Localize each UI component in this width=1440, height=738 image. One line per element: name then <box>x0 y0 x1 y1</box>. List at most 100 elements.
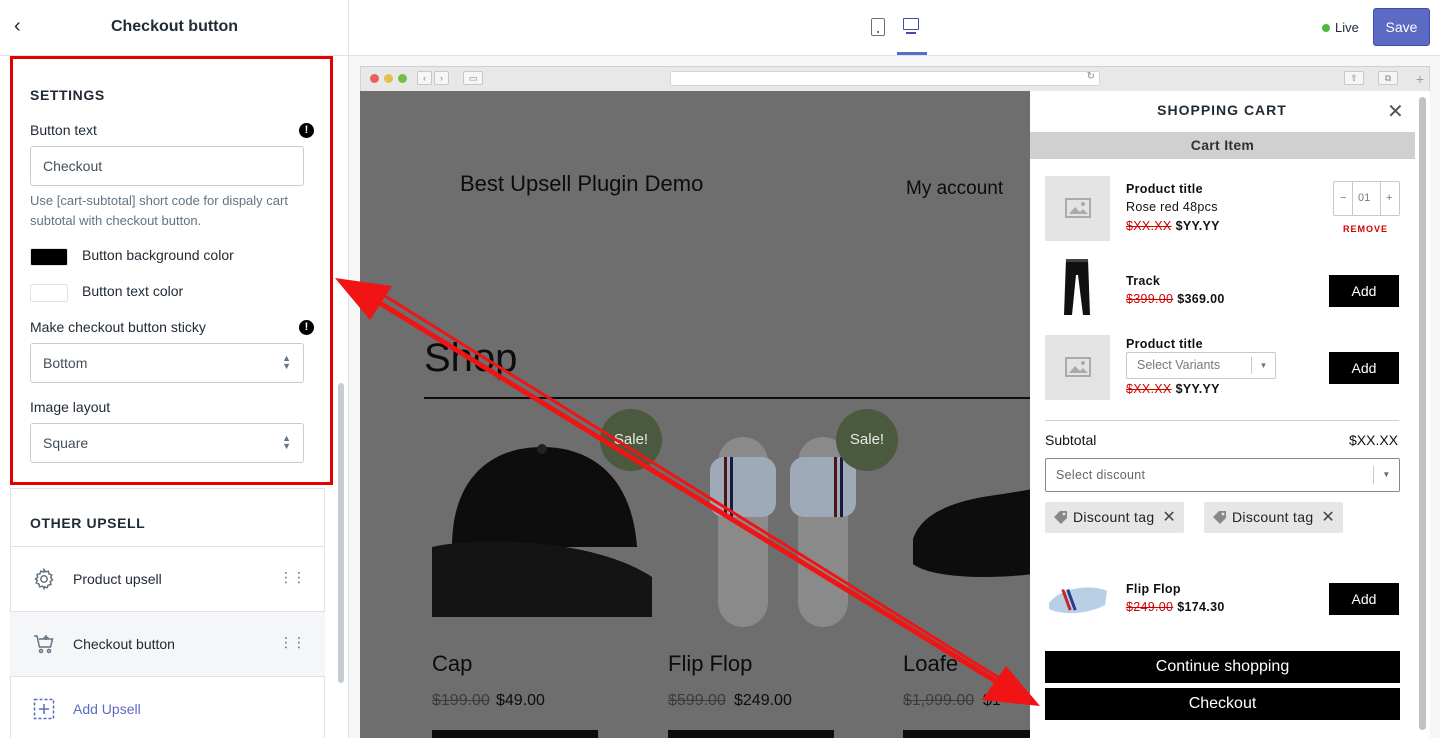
chevron-down-icon: ▼ <box>1251 357 1275 374</box>
sale-badge: Sale! <box>836 409 898 471</box>
product-price: $49.00 <box>496 692 545 709</box>
sidebar-toggle-icon: ▭ <box>463 71 483 85</box>
add-upsell-button[interactable]: Add Upsell <box>10 676 325 738</box>
other-upsell-panel: OTHER UPSELL Product upsell ⋮⋮ Checkout … <box>10 488 325 738</box>
sidebar-scrollbar[interactable] <box>338 383 344 683</box>
gear-icon <box>34 567 54 591</box>
other-upsell-heading: OTHER UPSELL <box>30 515 146 531</box>
close-icon[interactable]: ✕ <box>1387 99 1404 124</box>
browser-chrome: ‹ › ▭ ↻ ⇧ ⧉ + <box>360 66 1430 91</box>
product-price: $249.00 <box>734 692 792 709</box>
settings-sidebar: ‹ Checkout button SETTINGS Button text !… <box>0 0 349 738</box>
live-status-dot <box>1322 24 1330 32</box>
quantity-stepper[interactable]: − 01 + <box>1333 181 1400 216</box>
variant-placeholder: Select Variants <box>1137 358 1221 372</box>
info-icon[interactable]: ! <box>299 320 314 335</box>
discount-select[interactable]: Select discount ▼ <box>1045 458 1400 492</box>
sticky-select[interactable]: Bottom ▲ ▼ <box>30 343 304 383</box>
sticky-select-value: Bottom <box>43 355 88 371</box>
add-upsell-to-cart-button[interactable]: Add <box>1329 275 1399 307</box>
maximize-dot <box>398 74 407 83</box>
qty-value[interactable]: 01 <box>1358 192 1370 204</box>
product-thumbnail <box>1045 176 1110 241</box>
new-price: $YY.YY <box>1175 382 1220 396</box>
image-layout-label: Image layout <box>30 399 111 415</box>
continue-shopping-button[interactable]: Continue shopping <box>1045 651 1400 683</box>
upsell-item-label: Checkout button <box>73 636 175 652</box>
product-card: Loafe $1,999.00 $1 <box>903 409 1030 738</box>
drag-handle-icon[interactable]: ⋮⋮ <box>279 634 306 651</box>
select-arrows-icon: ▲ ▼ <box>282 353 291 371</box>
cart-item-title: Product title <box>1126 182 1203 196</box>
button-text-input[interactable]: Checkout <box>30 146 304 186</box>
qty-plus[interactable]: + <box>1386 192 1392 204</box>
cart-section-label: Cart Item <box>1030 132 1415 159</box>
product-old-price: $599.00 <box>668 692 726 709</box>
old-price: $399.00 <box>1126 292 1174 306</box>
drag-handle-icon[interactable]: ⋮⋮ <box>279 569 306 586</box>
upsell-item-label: Product upsell <box>73 571 162 587</box>
add-upsell-to-cart-button[interactable]: Add <box>1329 352 1399 384</box>
product-button <box>903 730 1030 738</box>
product-thumbnail <box>1045 566 1110 631</box>
image-placeholder-icon <box>1065 357 1091 377</box>
cart-item-variant: Rose red 48pcs <box>1126 200 1218 214</box>
qty-divider <box>1352 182 1353 215</box>
tag-icon <box>1054 511 1067 524</box>
info-icon[interactable]: ! <box>299 123 314 138</box>
site-title: Best Upsell Plugin Demo <box>460 171 704 196</box>
settings-panel: SETTINGS Button text ! Checkout Use [car… <box>10 56 333 485</box>
add-upsell-to-cart-button[interactable]: Add <box>1329 583 1399 615</box>
upsell-item-product[interactable]: Product upsell ⋮⋮ <box>10 546 325 611</box>
preview-area: ‹ › ▭ ↻ ⇧ ⧉ + Best Upsell Plugin Demo My… <box>349 56 1440 738</box>
qty-minus[interactable]: − <box>1340 192 1346 204</box>
share-icon: ⇧ <box>1344 71 1364 85</box>
button-text-label: Button text <box>30 122 97 138</box>
discount-tag: Discount tag ✕ <box>1204 502 1344 533</box>
image-layout-select[interactable]: Square ▲ ▼ <box>30 423 304 463</box>
mobile-view-icon[interactable] <box>871 18 885 36</box>
old-price: $XX.XX <box>1126 219 1172 233</box>
new-price: $YY.YY <box>1175 219 1220 233</box>
upsell-item-checkout[interactable]: Checkout button ⋮⋮ <box>10 611 325 676</box>
desktop-view-icon[interactable] <box>897 10 927 55</box>
product-thumbnail <box>1045 255 1110 320</box>
variant-select[interactable]: Select Variants ▼ <box>1126 352 1276 379</box>
cart-title: SHOPPING CART <box>1157 102 1287 118</box>
image-layout-value: Square <box>43 435 89 451</box>
text-color-swatch[interactable] <box>30 284 68 302</box>
remove-tag-icon[interactable]: ✕ <box>1321 509 1335 526</box>
help-text: Use [cart-subtotal] short code for dispa… <box>30 193 288 228</box>
discount-placeholder: Select discount <box>1056 468 1146 482</box>
discount-tag-label: Discount tag <box>1073 509 1155 525</box>
minimize-dot <box>384 74 393 83</box>
store-page: Best Upsell Plugin Demo My account Shop … <box>360 91 1030 738</box>
checkout-button[interactable]: Checkout <box>1045 688 1400 720</box>
remove-tag-icon[interactable]: ✕ <box>1162 509 1176 526</box>
upsell-title: Flip Flop <box>1126 582 1181 596</box>
flip-flop-image <box>688 427 868 637</box>
monitor-screen <box>903 18 919 30</box>
new-tab-icon: + <box>1416 71 1425 87</box>
product-card: Sale! Cap $199.00 $49.00 <box>432 409 662 738</box>
product-button <box>432 730 598 738</box>
remove-link[interactable]: REMOVE <box>1343 224 1388 234</box>
product-name: Loafe <box>903 651 959 676</box>
new-price: $174.30 <box>1177 600 1225 614</box>
bg-color-swatch[interactable] <box>30 248 68 266</box>
close-dot <box>370 74 379 83</box>
discount-tag-label: Discount tag <box>1232 509 1314 525</box>
reload-icon: ↻ <box>1086 71 1095 82</box>
product-old-price: $1,999.00 <box>903 692 975 709</box>
image-placeholder-icon <box>1065 198 1091 218</box>
text-color-label: Button text color <box>82 283 184 299</box>
cart-scrollbar[interactable] <box>1419 97 1426 730</box>
product-button <box>668 730 834 738</box>
bg-color-label: Button background color <box>82 247 234 263</box>
upsell-title: Track <box>1126 274 1161 288</box>
my-account-link: My account <box>906 178 1004 199</box>
settings-heading: SETTINGS <box>30 87 105 103</box>
subtotal-label: Subtotal <box>1045 432 1097 448</box>
save-button[interactable]: Save <box>1373 8 1430 46</box>
product-old-price: $199.00 <box>432 692 490 709</box>
